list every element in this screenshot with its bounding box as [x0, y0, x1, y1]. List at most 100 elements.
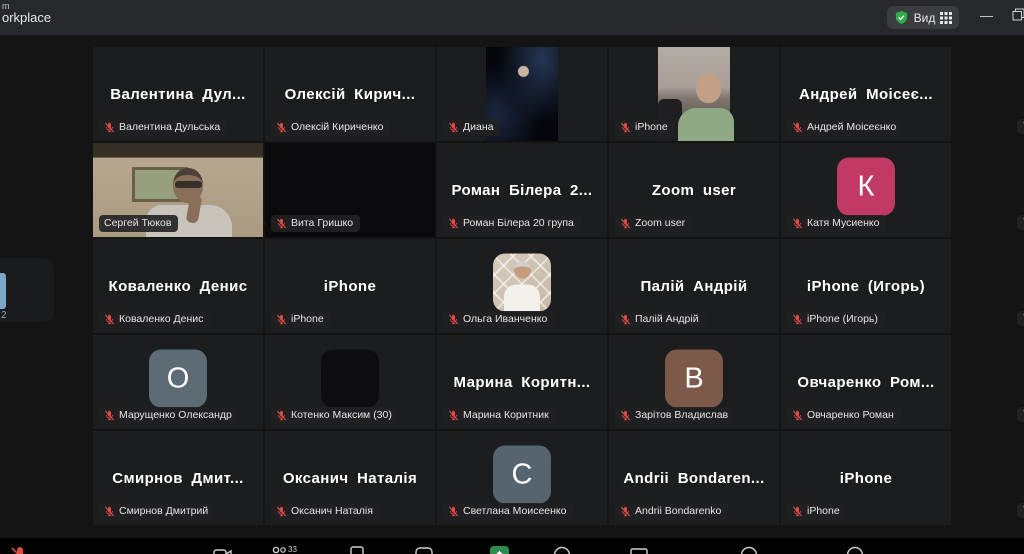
share-screen-button[interactable]: [490, 546, 510, 554]
participant-tile[interactable]: Коваленко ДенисКоваленко Денис: [93, 239, 263, 333]
muted-mic-icon: [276, 506, 287, 517]
participant-name-label: Сергей Тюков: [99, 215, 178, 232]
participant-tile[interactable]: ККатя Мусиенко: [781, 143, 951, 237]
participant-tile[interactable]: Валентина Дул...Валентина Дульська: [93, 47, 263, 141]
participant-name-label: Валентина Дульська: [99, 119, 227, 136]
zoom-meeting-window: m orkplace Вид — Валентина Дул...Валенти…: [0, 0, 1024, 554]
participant-name-label: Смирнов Дмитрий: [99, 503, 215, 520]
participant-name-text: Олексій Кириченко: [291, 121, 383, 134]
participant-name-text: Светлана Моисеенко: [463, 505, 566, 518]
restore-window-button[interactable]: [1012, 8, 1024, 24]
participant-name-text: Андрей Моісеєнко: [807, 121, 896, 134]
mic-muted-button[interactable]: [10, 546, 30, 554]
participant-name-text: Овчаренко Роман: [807, 409, 894, 422]
participant-tile[interactable]: ОМарущенко Олександр: [93, 335, 263, 429]
participant-tile[interactable]: iPhoneiPhone: [781, 431, 951, 525]
muted-mic-icon: [276, 410, 287, 421]
participant-avatar: [321, 350, 379, 408]
participant-name-label: iPhone: [787, 503, 847, 520]
chat-button[interactable]: [415, 546, 435, 554]
muted-mic-icon: [276, 122, 287, 133]
participant-name-label: Коваленко Денис: [99, 311, 210, 328]
participant-tile[interactable]: Zoom userZoom user: [609, 143, 779, 237]
photo-person-head: [514, 261, 531, 278]
participant-name-text: Роман Білера 20 група: [463, 217, 574, 230]
participant-name-text: Марина Коритник: [463, 409, 549, 422]
participant-gallery: Валентина Дул...Валентина ДульськаОлексі…: [0, 35, 1024, 538]
participant-tile[interactable]: Andrii Bondaren...Andrii Bondarenko: [609, 431, 779, 525]
participant-name-text: Котенко Максим (30): [291, 409, 392, 422]
participant-tile[interactable]: ССветлана Моисеенко: [437, 431, 607, 525]
participant-tile[interactable]: Диана: [437, 47, 607, 141]
participant-name-label: Андрей Моісеєнко: [787, 119, 903, 136]
participant-name-label: Олексій Кириченко: [271, 119, 390, 136]
reactions-button[interactable]: [846, 546, 866, 554]
muted-mic-icon: [276, 218, 287, 229]
participant-avatar: В: [665, 350, 723, 408]
participant-avatar: С: [493, 446, 551, 504]
left-edge-number: 2: [1, 310, 7, 321]
reactions-icon: [846, 546, 866, 554]
participant-tile[interactable]: Оксанич НаталіяОксанич Наталія: [265, 431, 435, 525]
participant-tile[interactable]: Андрей Моісеє...Андрей Моісеєнко: [781, 47, 951, 141]
participant-name-label: Вита Гришко: [271, 215, 360, 232]
participant-tile[interactable]: В Зарітов Владислав: [609, 335, 779, 429]
participant-name-label: Марина Коритник: [443, 407, 556, 424]
participant-tile[interactable]: Котенко Максим (30): [265, 335, 435, 429]
participant-name-label: Овчаренко Роман: [787, 407, 901, 424]
camera-icon: [213, 546, 233, 554]
participants-icon: [270, 546, 290, 554]
participant-name-label: Роман Білера 20 група: [443, 215, 581, 232]
participant-name-text: Зарітов Владислав: [635, 409, 728, 422]
participant-tile[interactable]: Роман Білера 2...Роман Білера 20 група: [437, 143, 607, 237]
view-button[interactable]: Вид: [887, 6, 959, 29]
info-button[interactable]: [740, 546, 760, 554]
participant-tile[interactable]: Олексій Кирич...Олексій Кириченко: [265, 47, 435, 141]
participant-tile[interactable]: Ольга Иванченко: [437, 239, 607, 333]
chat-icon: [415, 546, 435, 554]
participant-tile[interactable]: Марина Коритн...Марина Коритник: [437, 335, 607, 429]
participant-name-label: Марущенко Олександр: [99, 407, 239, 424]
muted-mic-icon: [620, 218, 631, 229]
share-file-button[interactable]: [348, 546, 368, 554]
participant-name-text: Оксанич Наталія: [291, 505, 373, 518]
participant-name-text: Марущенко Олександр: [119, 409, 232, 422]
participant-name-text: Сергей Тюков: [104, 217, 171, 230]
muted-mic-icon: [792, 122, 803, 133]
participant-name-label: Зарітов Владислав: [615, 407, 735, 424]
whiteboard-button[interactable]: [630, 546, 650, 554]
participant-name-label: iPhone (Игорь): [787, 311, 885, 328]
mic-muted-icon: [10, 546, 30, 554]
participant-tile[interactable]: iPhone: [609, 47, 779, 141]
muted-mic-icon: [104, 410, 115, 421]
meeting-toolbar: 33: [0, 538, 1024, 554]
participant-name-label: iPhone: [615, 119, 675, 136]
minimize-button[interactable]: —: [980, 8, 993, 23]
participant-tile[interactable]: iPhone (Игорь)iPhone (Игорь): [781, 239, 951, 333]
left-edge-indicator: [0, 273, 6, 309]
participant-tile[interactable]: Овчаренко Ром...Овчаренко Роман: [781, 335, 951, 429]
participant-tile[interactable]: iPhoneiPhone: [265, 239, 435, 333]
participant-name-text: Диана: [463, 121, 493, 134]
participant-name-text: Andrii Bondarenko: [635, 505, 721, 518]
participant-name-label: iPhone: [271, 311, 331, 328]
camera-button[interactable]: [213, 546, 233, 554]
participant-tile[interactable]: Смирнов Дмит...Смирнов Дмитрий: [93, 431, 263, 525]
security-shield-icon: [894, 10, 909, 25]
participants-button[interactable]: [270, 546, 290, 554]
participant-name-text: Смирнов Дмитрий: [119, 505, 208, 518]
avatar-letter: В: [684, 362, 703, 395]
video-person-body: [678, 108, 734, 141]
participant-tile[interactable]: Палій АндрійПалій Андрій: [609, 239, 779, 333]
record-button[interactable]: [553, 546, 573, 554]
whiteboard-icon: [630, 546, 650, 554]
participant-tile[interactable]: Сергей Тюков: [93, 143, 263, 237]
participant-tile[interactable]: Вита Гришко: [265, 143, 435, 237]
participant-name-label: Andrii Bondarenko: [615, 503, 728, 520]
participant-name-text: Палій Андрій: [635, 313, 699, 326]
muted-mic-icon: [620, 506, 631, 517]
participant-name-text: Валентина Дульська: [119, 121, 220, 134]
participant-name-label: Ольга Иванченко: [443, 311, 554, 328]
left-edge-panel[interactable]: 2: [0, 258, 54, 322]
muted-mic-icon: [620, 122, 631, 133]
